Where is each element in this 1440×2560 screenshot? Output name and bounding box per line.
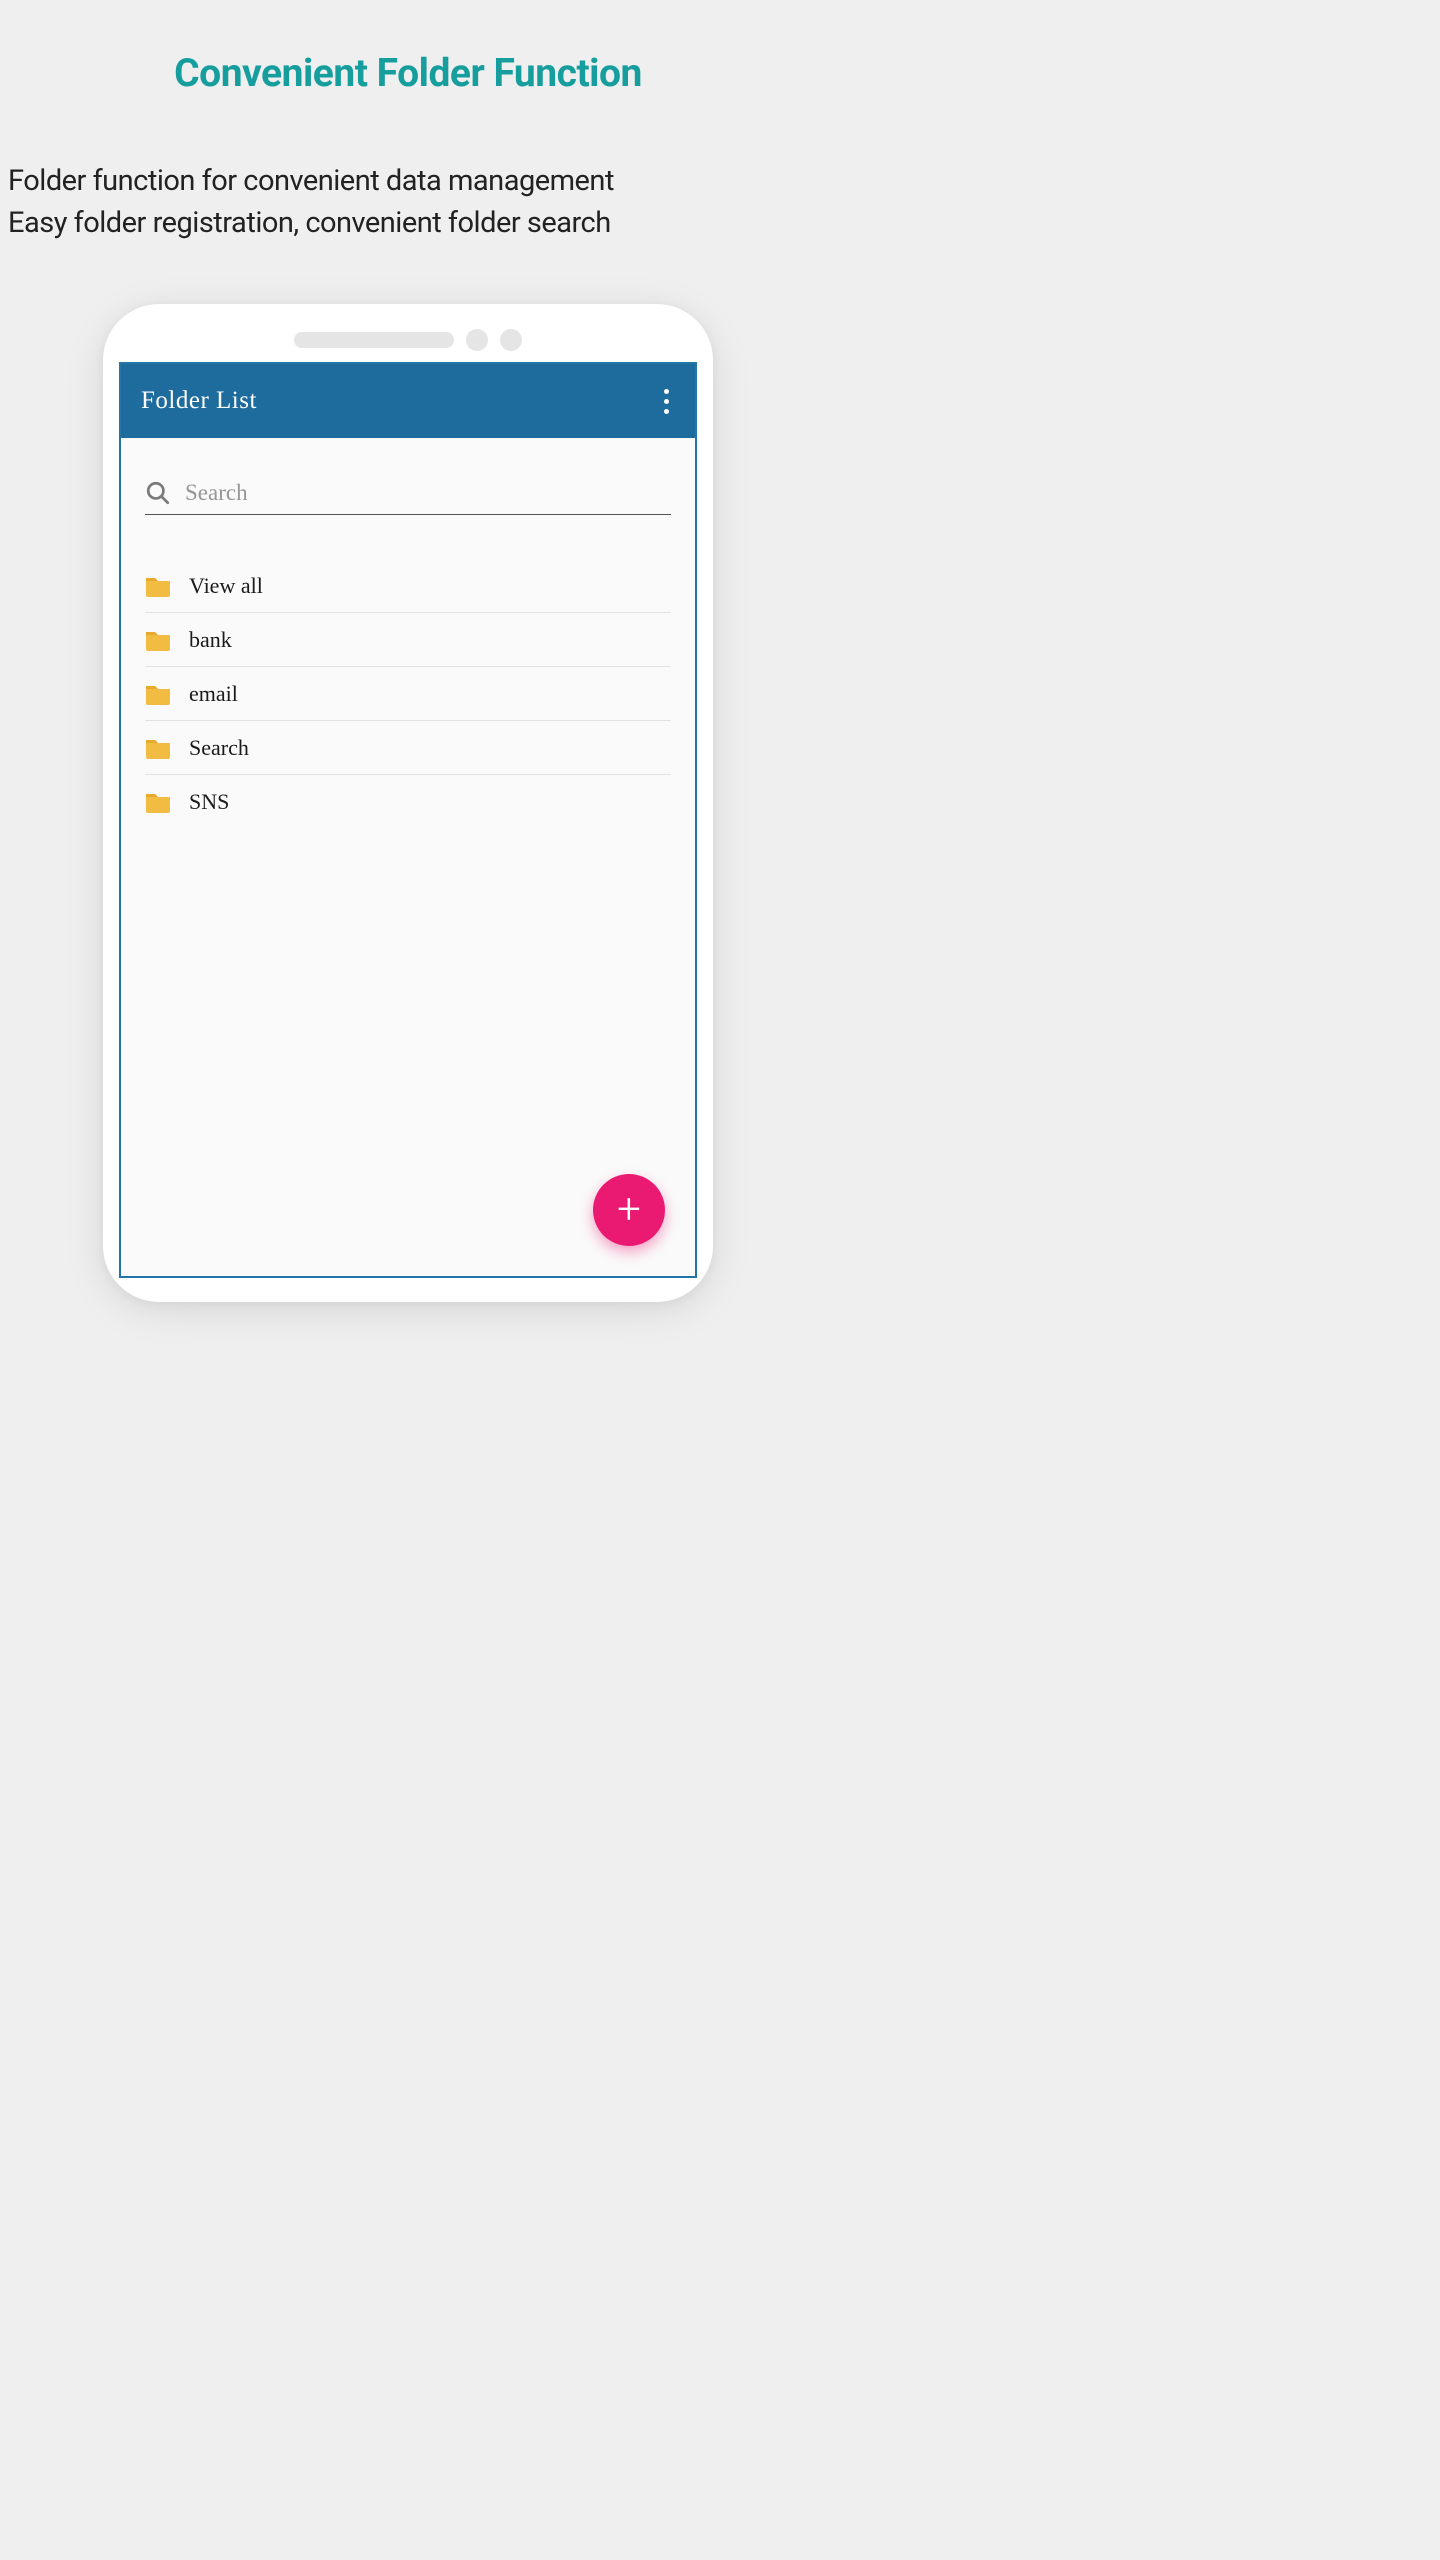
- folder-list: View all bank email: [145, 559, 671, 829]
- folder-label: bank: [189, 627, 232, 653]
- folder-icon: [145, 791, 171, 813]
- plus-icon: +: [617, 1189, 641, 1231]
- search-placeholder: Search: [185, 480, 248, 506]
- speaker-bar: [294, 332, 454, 348]
- description-line-2: Easy folder registration, convenient fol…: [8, 202, 808, 244]
- folder-item-search[interactable]: Search: [145, 721, 671, 775]
- folder-label: Search: [189, 735, 249, 761]
- folder-label: email: [189, 681, 238, 707]
- folder-icon: [145, 629, 171, 651]
- add-folder-button[interactable]: +: [593, 1174, 665, 1246]
- phone-notch: [119, 318, 697, 362]
- folder-label: View all: [189, 573, 263, 599]
- page-title: Convenient Folder Function: [0, 50, 816, 96]
- more-menu-button[interactable]: [658, 383, 675, 420]
- app-bar-title: Folder List: [141, 387, 257, 415]
- sensor-dot: [466, 329, 488, 351]
- search-icon: [145, 480, 171, 506]
- folder-item-bank[interactable]: bank: [145, 613, 671, 667]
- folder-item-view-all[interactable]: View all: [145, 559, 671, 613]
- folder-icon: [145, 683, 171, 705]
- folder-icon: [145, 737, 171, 759]
- folder-item-sns[interactable]: SNS: [145, 775, 671, 829]
- phone-frame: Folder List Search View a: [103, 304, 713, 1302]
- search-input[interactable]: Search: [145, 480, 671, 515]
- phone-screen: Folder List Search View a: [119, 362, 697, 1278]
- folder-icon: [145, 575, 171, 597]
- folder-item-email[interactable]: email: [145, 667, 671, 721]
- folder-label: SNS: [189, 789, 229, 815]
- description-block: Folder function for convenient data mana…: [0, 160, 816, 244]
- description-line-1: Folder function for convenient data mana…: [8, 160, 808, 202]
- app-bar: Folder List: [121, 364, 695, 438]
- camera-dot: [500, 329, 522, 351]
